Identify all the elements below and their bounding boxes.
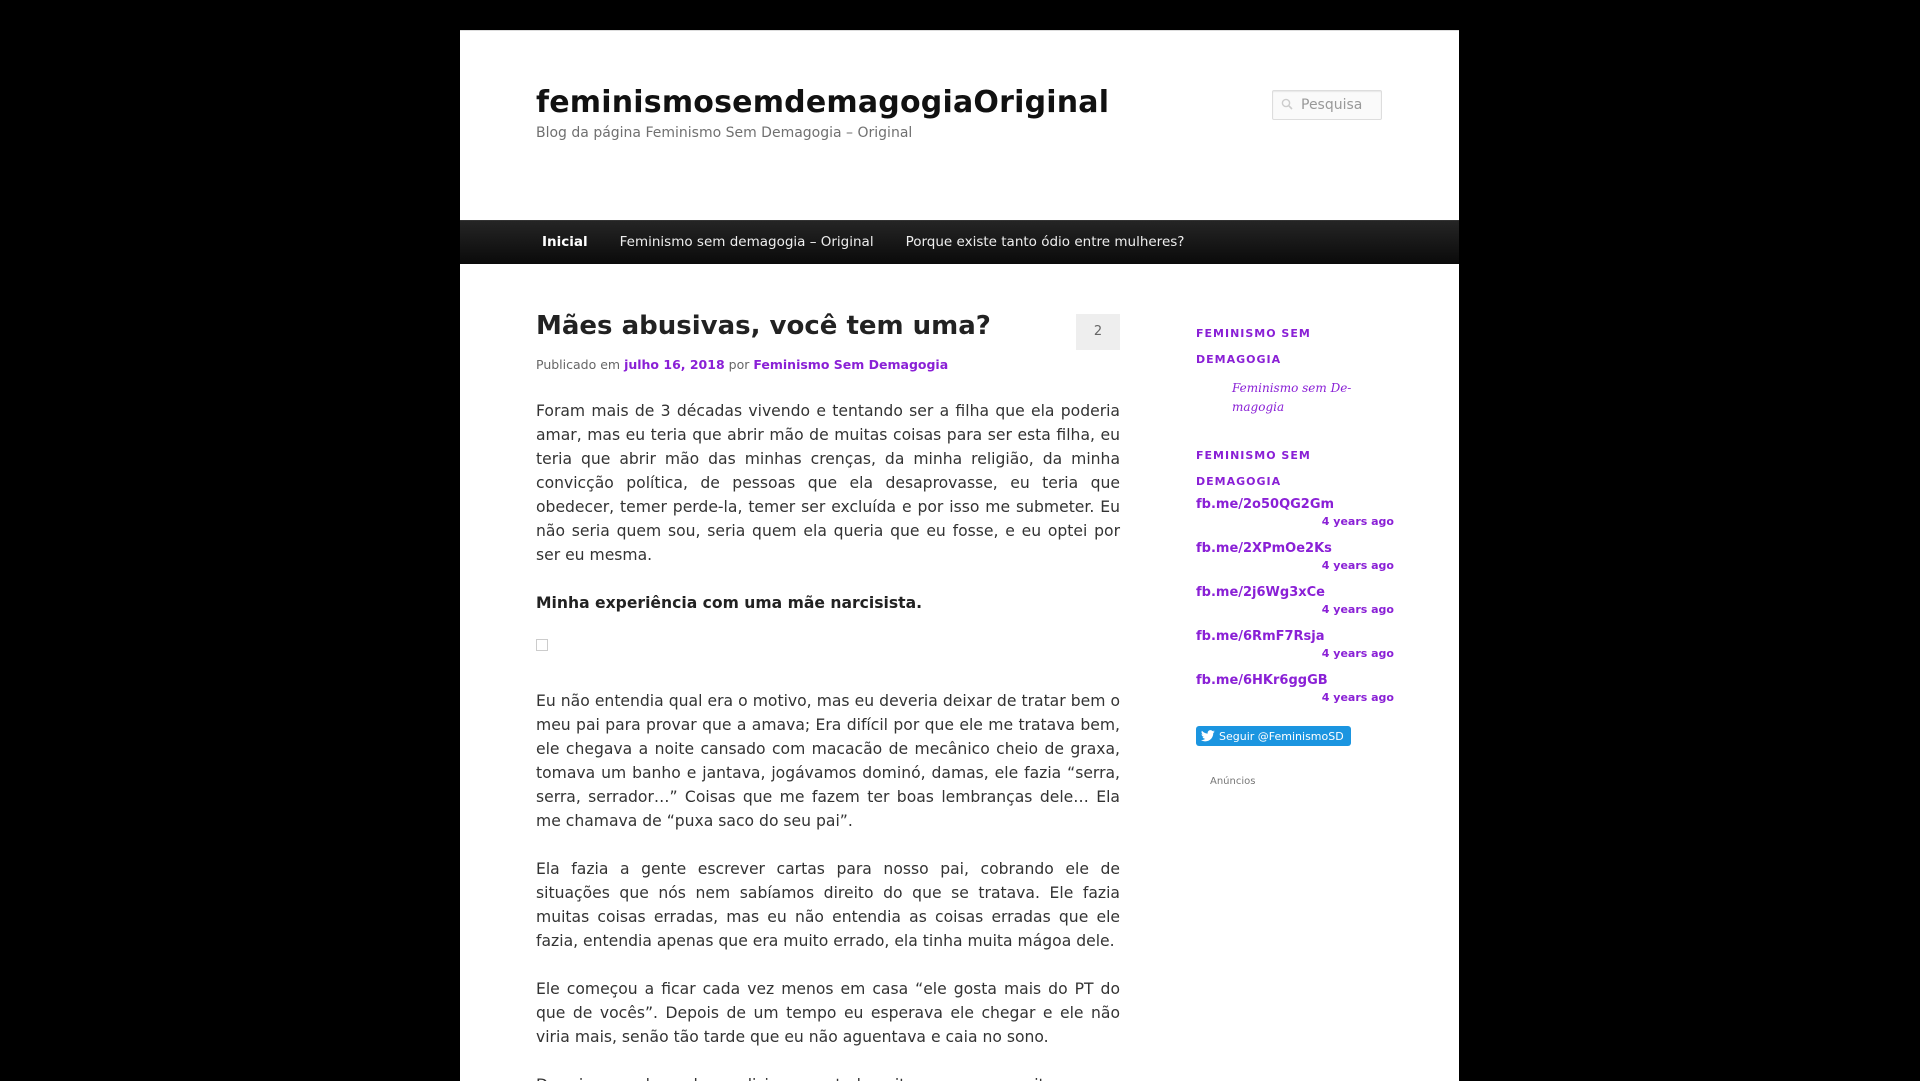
tweet-item: fb.me/2j6Wg3xCe 4 years ago xyxy=(1196,583,1396,617)
tweet-item: fb.me/2XPmOe2Ks 4 years ago xyxy=(1196,539,1396,573)
tweet-link[interactable]: fb.me/2o50QG2Gm xyxy=(1196,495,1396,514)
tweet-link[interactable]: fb.me/6RmF7Rsja xyxy=(1196,627,1396,646)
post-meta: Publicado em julho 16, 2018 por Feminism… xyxy=(536,357,948,372)
tweet-link[interactable]: fb.me/2j6Wg3xCe xyxy=(1196,583,1396,602)
tweet-item: fb.me/2o50QG2Gm 4 years ago xyxy=(1196,495,1396,529)
post-title[interactable]: Mães abusivas, você tem uma? xyxy=(536,311,1076,341)
post-subheading: Minha experiência com uma mãe narcisista… xyxy=(536,594,923,612)
tweet-link[interactable]: fb.me/2XPmOe2Ks xyxy=(1196,539,1396,558)
comments-count-link[interactable]: 2 xyxy=(1076,314,1120,350)
page-container: feminismosemdemagogiaOriginal Blog da pá… xyxy=(460,30,1459,1081)
sidebar: Feminismo sem demagogia Feminismo sem De… xyxy=(1196,321,1396,787)
widget-title-twitter: Feminismo sem demagogia xyxy=(1196,449,1311,488)
tweet-item: fb.me/6HKr6ggGB 4 years ago xyxy=(1196,671,1396,705)
follow-button-label: Seguir @FeminismoSD xyxy=(1219,729,1344,743)
post-date-link[interactable]: julho 16, 2018 xyxy=(624,357,725,372)
main-navigation: Inicial Feminismo sem demagogia – Origin… xyxy=(460,220,1459,264)
widget-title-page: Feminismo sem demagogia xyxy=(1196,327,1311,366)
post-content: Foram mais de 3 décadas vivendo e tentan… xyxy=(536,399,1120,1081)
meta-prefix: Publicado em xyxy=(536,357,621,372)
post-paragraph: Ele começou a ficar cada vez menos em ca… xyxy=(536,980,1120,1046)
tweet-time[interactable]: 4 years ago xyxy=(1196,646,1396,661)
site-title[interactable]: feminismosemdemagogiaOriginal xyxy=(536,85,1109,120)
search-box[interactable] xyxy=(1272,90,1382,120)
twitter-follow-button[interactable]: Seguir @FeminismoSD xyxy=(1196,726,1351,746)
post-author-link[interactable]: Feminismo Sem Demagogia xyxy=(753,357,948,372)
tweet-time[interactable]: 4 years ago xyxy=(1196,514,1396,529)
nav-item-feminismo-original[interactable]: Feminismo sem demagogia – Original xyxy=(604,221,890,264)
tweet-time[interactable]: 4 years ago xyxy=(1196,558,1396,573)
tweet-time[interactable]: 4 years ago xyxy=(1196,602,1396,617)
broken-image-icon xyxy=(536,639,548,651)
search-input[interactable] xyxy=(1273,91,1381,119)
twitter-widget: Feminismo sem demagogia fb.me/2o50QG2Gm … xyxy=(1196,443,1396,746)
site-description: Blog da página Feminismo Sem Demagogia –… xyxy=(536,125,913,141)
twitter-bird-icon xyxy=(1201,730,1215,742)
tweet-item: fb.me/6RmF7Rsja 4 years ago xyxy=(1196,627,1396,661)
post-paragraph: Eu não entendia qual era o motivo, mas e… xyxy=(536,692,1120,830)
tweet-link[interactable]: fb.me/6HKr6ggGB xyxy=(1196,671,1396,690)
post-paragraph: Ela fazia a gente escrever cartas para n… xyxy=(536,860,1120,950)
facebook-page-link[interactable]: Feminismo sem De-magogia xyxy=(1232,379,1362,417)
ads-label: Anúncios xyxy=(1210,776,1256,787)
post-paragraph: Foram mais de 3 décadas vivendo e tentan… xyxy=(536,402,1120,564)
meta-by: por xyxy=(728,357,750,372)
nav-item-inicial[interactable]: Inicial xyxy=(526,221,604,264)
nav-item-odio-entre-mulheres[interactable]: Porque existe tanto ódio entre mulheres? xyxy=(890,221,1201,264)
tweet-time[interactable]: 4 years ago xyxy=(1196,690,1396,705)
